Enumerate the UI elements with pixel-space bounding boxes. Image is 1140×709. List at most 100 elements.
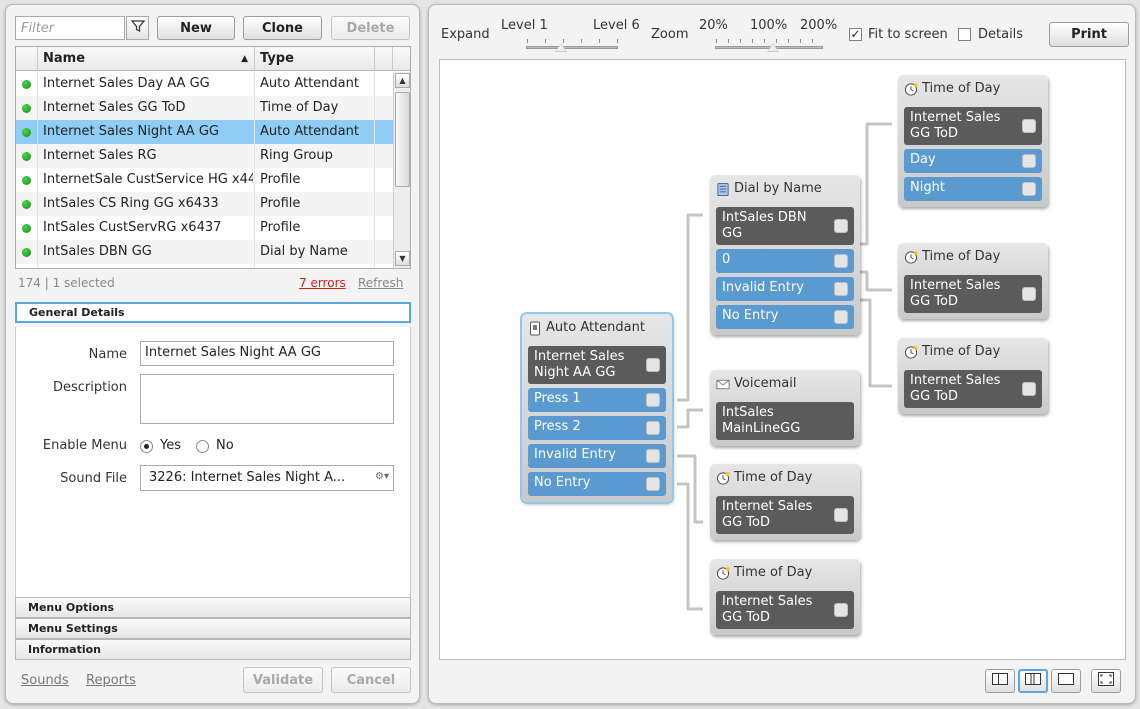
expand-slider-track[interactable] (526, 46, 618, 49)
table-row[interactable]: IntSales CustServRG x6437 Profile (16, 216, 393, 240)
table-row[interactable]: Internet Sales GG ToD Time of Day (16, 96, 393, 120)
sounds-link[interactable]: Sounds (21, 673, 69, 688)
scroll-up-icon[interactable]: ▲ (395, 73, 410, 88)
port-icon[interactable] (834, 282, 848, 296)
flow-canvas[interactable]: Auto Attendant Internet Sales Night AA G… (439, 59, 1126, 660)
details-checkbox[interactable] (958, 28, 971, 41)
node-name-item[interactable]: IntSales DBN GG (716, 207, 854, 245)
time-of-day-node[interactable]: Time of Day Internet Sales GG ToD (710, 464, 860, 540)
delete-button[interactable]: Delete (331, 16, 410, 40)
fullscreen-button[interactable] (1091, 669, 1121, 693)
name-field[interactable]: Internet Sales Night AA GG (140, 341, 394, 366)
option-invalid-entry[interactable]: Invalid Entry (716, 277, 854, 301)
table-row[interactable]: Internet Sales Day AA GG Auto Attendant (16, 72, 393, 96)
scroll-thumb[interactable] (395, 92, 410, 187)
port-icon[interactable] (834, 310, 848, 324)
node-name-item[interactable]: IntSales MainLineGG (716, 402, 854, 440)
option-no-entry[interactable]: No Entry (716, 305, 854, 329)
port-icon[interactable] (646, 477, 660, 491)
node-name-item[interactable]: Internet Sales GG ToD (904, 275, 1042, 313)
port-icon[interactable] (834, 219, 848, 233)
option-night[interactable]: Night (904, 177, 1042, 201)
connector-line (677, 454, 703, 524)
port-icon[interactable] (834, 254, 848, 268)
node-name-item[interactable]: Internet Sales GG ToD (716, 496, 854, 534)
information-header[interactable]: Information (15, 639, 411, 660)
expand-slider-thumb[interactable] (555, 43, 567, 52)
table-scrollbar[interactable]: ▲ ▼ (393, 72, 410, 268)
gear-dropdown-icon[interactable]: ⚙▾ (375, 471, 389, 482)
zoom-label: Zoom (651, 27, 689, 42)
validate-button[interactable]: Validate (243, 667, 323, 693)
reports-link[interactable]: Reports (86, 673, 136, 688)
layout-split-pane-button[interactable] (1018, 669, 1048, 693)
option-day[interactable]: Day (904, 149, 1042, 173)
zoom-slider-thumb[interactable] (767, 43, 779, 52)
port-icon[interactable] (646, 393, 660, 407)
type-column-header[interactable]: Type (255, 47, 375, 71)
auto-attendant-node[interactable]: Auto Attendant Internet Sales Night AA G… (522, 314, 672, 502)
table-row[interactable]: IntSales CS Ring GG x6433 Profile (16, 192, 393, 216)
status-column-header[interactable] (16, 47, 38, 71)
connector-line (856, 270, 892, 292)
slider-tick (800, 39, 801, 43)
sound-file-select[interactable]: 3226: Internet Sales Night A... ⚙▾ (140, 465, 394, 491)
option-invalid-entry[interactable]: Invalid Entry (528, 444, 666, 468)
port-icon[interactable] (646, 421, 660, 435)
layout-single-pane-button[interactable] (1051, 669, 1081, 693)
menu-options-header[interactable]: Menu Options (15, 597, 411, 618)
cancel-button[interactable]: Cancel (331, 667, 411, 693)
name-column-header[interactable]: Name ▲ (38, 47, 255, 71)
option-press-1[interactable]: Press 1 (528, 388, 666, 412)
filter-button[interactable] (126, 16, 149, 40)
print-button[interactable]: Print (1049, 22, 1129, 47)
general-details-header[interactable]: General Details (15, 302, 411, 323)
enable-menu-yes-radio[interactable] (140, 440, 153, 453)
option-0[interactable]: 0 (716, 249, 854, 273)
time-of-day-node[interactable]: Time of Day Internet Sales GG ToD (898, 338, 1048, 414)
row-type: Profile (260, 196, 301, 211)
slider-tick (764, 39, 765, 43)
expand-label: Expand (441, 27, 490, 42)
port-icon[interactable] (646, 358, 660, 372)
voicemail-node[interactable]: Voicemail IntSales MainLineGG (710, 370, 860, 446)
port-icon[interactable] (1022, 287, 1036, 301)
node-title: Time of Day (922, 344, 1001, 359)
option-no-entry[interactable]: No Entry (528, 472, 666, 496)
filter-input[interactable] (15, 16, 125, 40)
node-name-item[interactable]: Internet Sales GG ToD (716, 591, 854, 629)
refresh-link[interactable]: Refresh (358, 276, 403, 290)
time-of-day-node[interactable]: Time of Day Internet Sales GG ToD Day Ni… (898, 75, 1048, 207)
fit-to-screen-checkbox[interactable]: ✓ (849, 28, 862, 41)
connector-line (677, 482, 703, 611)
table-row-selected[interactable]: Internet Sales Night AA GG Auto Attendan… (16, 120, 393, 144)
clone-button[interactable]: Clone (243, 16, 322, 40)
time-of-day-node[interactable]: Time of Day Internet Sales GG ToD (710, 559, 860, 635)
description-field[interactable] (140, 374, 394, 424)
node-name-item[interactable]: Internet Sales GG ToD (904, 107, 1042, 145)
node-title: Auto Attendant (546, 320, 645, 335)
port-icon[interactable] (834, 508, 848, 522)
slider-tick (527, 39, 528, 43)
time-of-day-node[interactable]: Time of Day Internet Sales GG ToD (898, 243, 1048, 319)
new-button[interactable]: New (157, 16, 235, 40)
port-icon[interactable] (834, 603, 848, 617)
node-name-item[interactable]: Internet Sales Night AA GG (528, 346, 666, 384)
errors-link[interactable]: 7 errors (299, 276, 346, 290)
layout-left-pane-button[interactable] (985, 669, 1015, 693)
option-press-2[interactable]: Press 2 (528, 416, 666, 440)
menu-settings-header[interactable]: Menu Settings (15, 618, 411, 639)
port-icon[interactable] (1022, 154, 1036, 168)
row-name: InternetSale CustService HG x4437 (43, 172, 253, 187)
port-icon[interactable] (1022, 382, 1036, 396)
table-row[interactable]: InternetSale CustService HG x4437 Profil… (16, 168, 393, 192)
port-icon[interactable] (1022, 182, 1036, 196)
port-icon[interactable] (1022, 119, 1036, 133)
enable-menu-no-radio[interactable] (196, 440, 209, 453)
table-row[interactable]: Internet Sales RG Ring Group (16, 144, 393, 168)
node-name-item[interactable]: Internet Sales GG ToD (904, 370, 1042, 408)
dial-by-name-node[interactable]: Dial by Name IntSales DBN GG 0 Invalid E… (710, 175, 860, 335)
scroll-down-icon[interactable]: ▼ (395, 251, 410, 266)
port-icon[interactable] (646, 449, 660, 463)
table-row[interactable]: IntSales DBN GG Dial by Name (16, 240, 393, 264)
